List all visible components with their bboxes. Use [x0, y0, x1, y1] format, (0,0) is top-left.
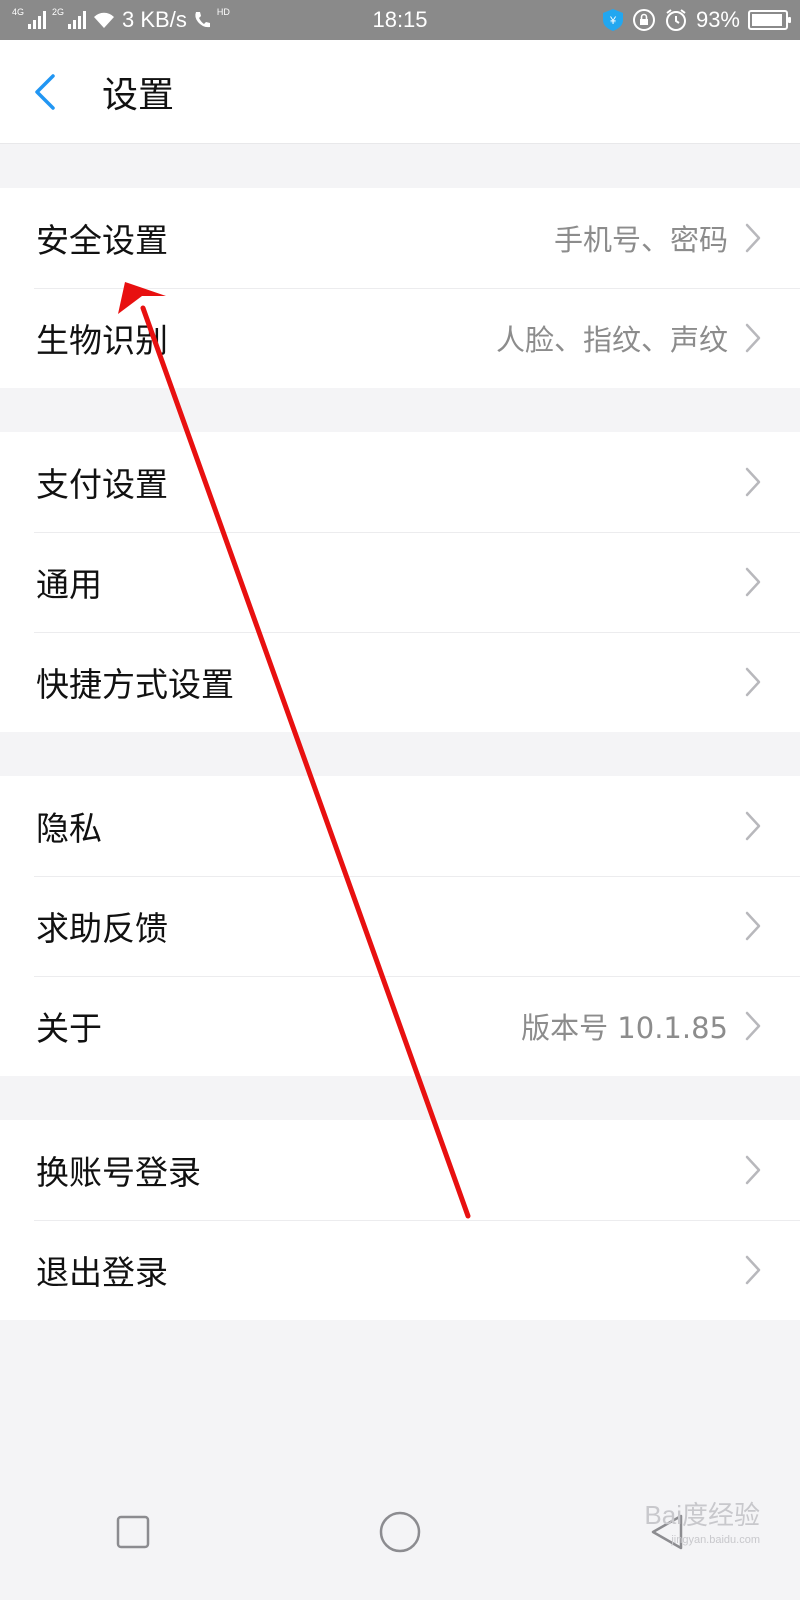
chevron-right-icon	[742, 662, 764, 702]
row-value: 版本号 10.1.85	[521, 1011, 728, 1045]
watermark: Bai度经验 jingyan.baidu.com	[644, 1495, 760, 1546]
row-label: 支付设置	[36, 465, 168, 504]
settings-group-account: 安全设置 手机号、密码 生物识别 人脸、指纹、声纹	[0, 188, 800, 388]
chevron-right-icon	[742, 906, 764, 946]
network-type-b: 2G	[52, 6, 65, 17]
rotation-lock-icon	[632, 9, 655, 31]
back-button[interactable]	[0, 40, 90, 144]
page-title: 设置	[102, 74, 175, 116]
status-bar: 4G 2G 3 KB/s HD 18:15 ¥ 93%	[0, 0, 800, 40]
chevron-right-icon	[742, 462, 764, 502]
settings-row-shortcuts[interactable]: 快捷方式设置	[0, 632, 800, 732]
settings-row-feedback[interactable]: 求助反馈	[0, 876, 800, 976]
row-label: 退出登录	[36, 1253, 168, 1292]
settings-row-switch-account[interactable]: 换账号登录	[0, 1120, 800, 1220]
status-right: ¥ 93%	[602, 7, 791, 33]
battery-percent: 93%	[695, 7, 740, 32]
watermark-brand: Bai度经验	[644, 1500, 760, 1530]
svg-text:¥: ¥	[609, 15, 617, 27]
row-value: 手机号、密码	[553, 223, 728, 257]
row-label: 快捷方式设置	[36, 665, 234, 704]
hd-label: HD	[216, 6, 230, 17]
row-label: 生物识别	[36, 321, 168, 360]
chevron-right-icon	[742, 218, 764, 258]
network-type-a: 4G	[12, 6, 25, 17]
chevron-right-icon	[742, 318, 764, 358]
settings-row-privacy[interactable]: 隐私	[0, 776, 800, 876]
row-label: 通用	[36, 565, 102, 604]
app-header: 设置	[0, 40, 800, 144]
settings-row-security[interactable]: 安全设置 手机号、密码	[0, 188, 800, 288]
row-label: 安全设置	[36, 221, 168, 260]
shield-icon: ¥	[602, 9, 623, 31]
chevron-right-icon	[742, 1150, 764, 1190]
settings-row-logout[interactable]: 退出登录	[0, 1220, 800, 1320]
chevron-right-icon	[742, 562, 764, 602]
settings-row-about[interactable]: 关于 版本号 10.1.85	[0, 976, 800, 1076]
watermark-url: jingyan.baidu.com	[671, 1534, 760, 1546]
wifi-icon	[94, 12, 115, 28]
recents-button[interactable]	[103, 1502, 163, 1562]
row-label: 隐私	[36, 809, 102, 848]
signal-icon	[28, 11, 47, 29]
settings-group-login: 换账号登录 退出登录	[0, 1120, 800, 1320]
settings-row-payment[interactable]: 支付设置	[0, 432, 800, 532]
row-label: 换账号登录	[36, 1153, 201, 1192]
square-icon	[117, 1515, 150, 1549]
battery-icon	[748, 10, 791, 30]
row-label: 关于	[36, 1009, 102, 1048]
chevron-left-icon	[35, 73, 55, 110]
chevron-right-icon	[742, 1006, 764, 1046]
settings-group-general: 支付设置 通用 快捷方式设置	[0, 432, 800, 732]
status-left: 4G 2G 3 KB/s HD	[12, 6, 230, 33]
row-label: 求助反馈	[36, 909, 168, 948]
circle-icon	[379, 1511, 421, 1553]
settings-group-info: 隐私 求助反馈 关于 版本号 10.1.85	[0, 776, 800, 1076]
signal-icon-2	[68, 11, 87, 29]
phone-icon	[195, 12, 210, 28]
chevron-right-icon	[742, 1250, 764, 1290]
network-speed: 3 KB/s	[122, 7, 187, 32]
settings-row-general[interactable]: 通用	[0, 532, 800, 632]
home-button[interactable]	[370, 1502, 430, 1562]
alarm-icon	[665, 9, 686, 31]
settings-row-biometrics[interactable]: 生物识别 人脸、指纹、声纹	[0, 288, 800, 388]
chevron-right-icon	[742, 806, 764, 846]
row-value: 人脸、指纹、声纹	[495, 323, 728, 357]
